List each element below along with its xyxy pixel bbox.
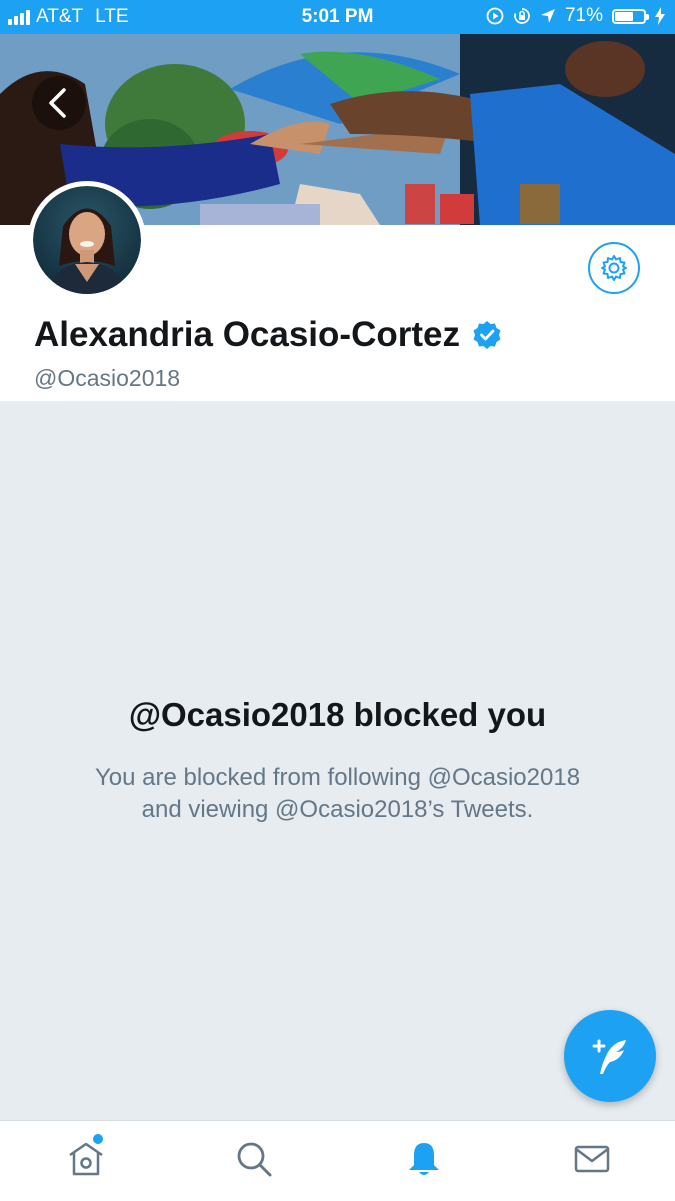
- settings-gear-button[interactable]: [588, 242, 640, 294]
- gear-icon: [601, 255, 627, 281]
- verified-badge-icon: [473, 321, 501, 349]
- avatar[interactable]: [28, 181, 146, 299]
- home-badge-dot: [93, 1134, 103, 1144]
- status-bar: AT&T LTE 5:01 PM 71%: [0, 0, 675, 34]
- profile-name: Alexandria Ocasio-Cortez: [34, 315, 460, 354]
- charging-bolt-icon: [655, 7, 665, 25]
- blocked-message-line1: You are blocked from following @Ocasio20…: [94, 764, 581, 791]
- home-icon: [69, 1142, 103, 1176]
- tab-notifications[interactable]: [404, 1139, 444, 1179]
- screen-record-icon: [486, 7, 504, 25]
- battery-percent: 71%: [564, 5, 603, 26]
- profile-photo: [47, 208, 127, 294]
- battery-icon: [612, 8, 649, 24]
- tab-search[interactable]: [234, 1139, 274, 1179]
- tab-home[interactable]: [66, 1139, 106, 1179]
- chevron-left-icon: [49, 88, 66, 118]
- compose-tweet-button[interactable]: [564, 1010, 656, 1102]
- compose-tweet-icon: [592, 1039, 626, 1074]
- envelope-icon: [574, 1145, 610, 1173]
- tab-messages[interactable]: [572, 1139, 612, 1179]
- blocked-message: You are blocked from following @Ocasio20…: [40, 762, 635, 826]
- status-right: 71%: [486, 5, 665, 27]
- profile-name-row: Alexandria Ocasio-Cortez: [34, 315, 502, 355]
- blocked-title: @Ocasio2018 blocked you: [128, 696, 547, 733]
- rotation-lock-icon: [514, 8, 530, 24]
- back-button[interactable]: [32, 76, 86, 130]
- bell-icon: [409, 1143, 439, 1175]
- bottom-tab-bar: [0, 1120, 675, 1201]
- profile-handle: @Ocasio2018: [34, 365, 181, 391]
- search-icon: [237, 1142, 272, 1177]
- location-arrow-icon: [540, 9, 555, 23]
- blocked-message-line2: and viewing @Ocasio2018’s Tweets.: [141, 796, 534, 823]
